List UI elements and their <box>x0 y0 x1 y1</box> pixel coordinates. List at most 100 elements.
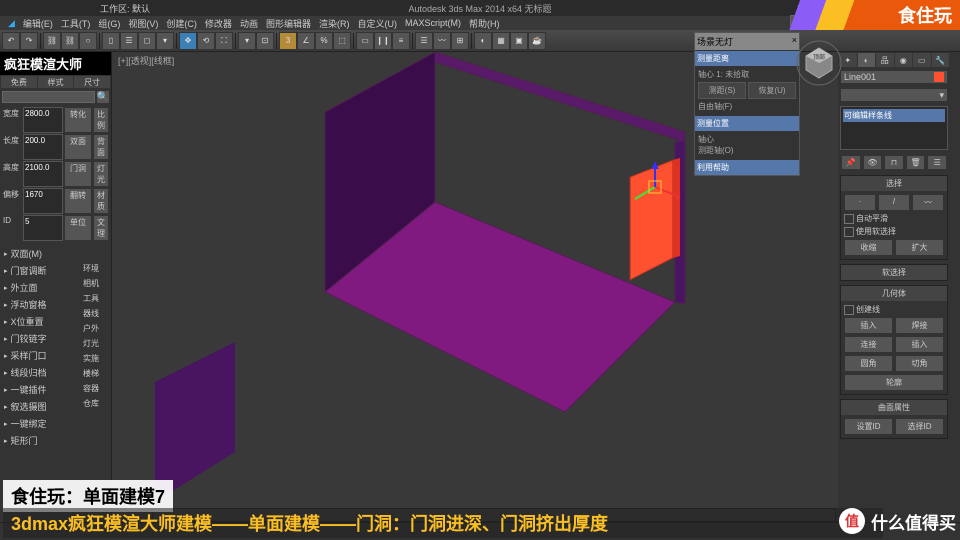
render-button[interactable]: ☕ <box>528 32 546 50</box>
param-grid: 宽度2800.0转化比例 长度200.0双面背面 高度2100.0门洞灯光 偏移… <box>0 105 111 243</box>
tab-free[interactable]: 免费 <box>1 76 37 88</box>
svg-text:顶部: 顶部 <box>813 53 825 61</box>
angle-snap-button[interactable]: ∠ <box>297 32 315 50</box>
menu-modifiers[interactable]: 修改器 <box>201 17 236 30</box>
unlink-button[interactable]: ⛓ <box>61 32 79 50</box>
width-field[interactable]: 2800.0 <box>23 107 63 133</box>
watermark-icon: 值 <box>839 508 865 534</box>
curve-editor-button[interactable]: 〰 <box>433 32 451 50</box>
tab-motion-icon[interactable]: ◉ <box>895 53 913 67</box>
undo-button[interactable]: ↶ <box>2 32 20 50</box>
list-item[interactable]: X位重置 <box>2 313 69 330</box>
rollout-selection[interactable]: 选择 <box>841 176 947 191</box>
menu-edit[interactable]: 编辑(E) <box>19 17 57 30</box>
modifier-dropdown[interactable]: ▾ <box>840 88 948 102</box>
stack-unique-icon[interactable]: ⊓ <box>884 155 904 170</box>
stack-show-icon[interactable]: 👁 <box>863 155 883 170</box>
app-icon[interactable]: ◢ <box>4 18 19 29</box>
modifier-stack-item[interactable]: 可编辑样条线 <box>843 109 945 122</box>
category-list: 双面(M) 门窗调断 外立面 浮动窗格 X位重置 门铰链字 采样门口 线段归档 … <box>0 243 71 451</box>
list-item[interactable]: 浮动窗格 <box>2 296 69 313</box>
list-item[interactable]: 矩形门 <box>2 432 69 449</box>
search-input[interactable] <box>2 91 95 103</box>
list-item[interactable]: 双面(M) <box>2 245 69 262</box>
spinner-snap-button[interactable]: ⬚ <box>333 32 351 50</box>
named-sel-button[interactable]: ▭ <box>356 32 374 50</box>
workspace-label[interactable]: 工作区: 默认 <box>100 2 150 15</box>
select-region-button[interactable]: ◻ <box>138 32 156 50</box>
chk-softsel[interactable]: 使用软选择 <box>843 225 945 238</box>
list-item[interactable]: 叙选摄图 <box>2 398 69 415</box>
layer-button[interactable]: ☰ <box>415 32 433 50</box>
length-field[interactable]: 200.0 <box>23 134 63 160</box>
list-item[interactable]: 采样门口 <box>2 347 69 364</box>
stack-pin-icon[interactable]: 📌 <box>841 155 861 170</box>
filter-button[interactable]: ▾ <box>156 32 174 50</box>
vertex-icon[interactable]: · <box>844 194 876 211</box>
rollout-surface[interactable]: 曲面属性 <box>841 400 947 415</box>
tab-style[interactable]: 样式 <box>38 76 74 88</box>
menu-graph[interactable]: 图形编辑器 <box>262 17 315 30</box>
list-item[interactable]: 门窗调断 <box>2 262 69 279</box>
chk-autosmooth[interactable]: 自动平滑 <box>843 212 945 225</box>
menu-group[interactable]: 组(G) <box>94 17 124 30</box>
channel-logo: 食住玩 <box>770 0 960 30</box>
stack-remove-icon[interactable]: 🗑 <box>906 155 926 170</box>
rollout-softsel[interactable]: 软选择 <box>841 265 947 280</box>
left-panel: 疯狂模渲大师 免费 样式 尺寸 🔍 宽度2800.0转化比例 长度200.0双面… <box>0 52 112 522</box>
tool-column: 环境 相机 工具 器线 户外 灯光 实施 楼梯 容器 仓库 <box>71 243 111 451</box>
height-field[interactable]: 2100.0 <box>23 161 63 187</box>
menu-view[interactable]: 视图(V) <box>124 17 162 30</box>
tab-utilities-icon[interactable]: 🔧 <box>932 53 950 67</box>
scale-button[interactable]: ⛶ <box>215 32 233 50</box>
viewcube[interactable]: 顶部 <box>796 40 842 86</box>
watermark: 值 什么值得买 <box>839 508 956 534</box>
command-panel: ✦ ◐ 品 ◉ ▭ 🔧 Line001 ▾ 可编辑样条线 📌 👁 ⊓ 🗑 ☰ 选… <box>838 52 950 522</box>
menu-custom[interactable]: 自定义(U) <box>353 17 401 30</box>
list-item[interactable]: 门铰链字 <box>2 330 69 347</box>
tab-size[interactable]: 尺寸 <box>74 76 110 88</box>
menu-tools[interactable]: 工具(T) <box>57 17 95 30</box>
app-title: Autodesk 3ds Max 2014 x64 无标题 <box>408 2 551 15</box>
pivot-button[interactable]: ⊡ <box>256 32 274 50</box>
render-setup-button[interactable]: ▦ <box>492 32 510 50</box>
move-button[interactable]: ✥ <box>179 32 197 50</box>
rollout-geometry[interactable]: 几何体 <box>841 286 947 301</box>
panel-scrollbar[interactable] <box>950 52 960 522</box>
measure-panel[interactable]: 场景无灯× 测量距离 轴心 1: 未拾取 测距(S)恢复(U) 自由轴(F) 测… <box>694 32 800 176</box>
menu-create[interactable]: 创建(C) <box>162 17 201 30</box>
percent-snap-button[interactable]: % <box>315 32 333 50</box>
rotate-button[interactable]: ⟲ <box>197 32 215 50</box>
tab-modify-icon[interactable]: ◐ <box>858 53 876 67</box>
menu-help[interactable]: 帮助(H) <box>465 17 504 30</box>
align-button[interactable]: ≡ <box>392 32 410 50</box>
schematic-button[interactable]: ⊞ <box>451 32 469 50</box>
menu-script[interactable]: MAXScript(M) <box>401 18 465 28</box>
link-button[interactable]: ⛓ <box>43 32 61 50</box>
plugin-title: 疯狂模渲大师 <box>0 52 111 75</box>
list-item[interactable]: 一键绑定 <box>2 415 69 432</box>
list-item[interactable]: 一键插件 <box>2 381 69 398</box>
segment-icon[interactable]: / <box>878 194 910 211</box>
snap-button[interactable]: 3 <box>279 32 297 50</box>
list-item[interactable]: 线段归档 <box>2 364 69 381</box>
video-caption-2: 3dmax疯狂模渲大师建模——单面建模——门洞：门洞进深、门洞挤出厚度 <box>3 508 883 538</box>
viewport-label[interactable]: [+][透视][线框] <box>118 54 174 67</box>
spline-icon[interactable]: 〰 <box>912 194 944 211</box>
menu-render[interactable]: 渲染(R) <box>315 17 354 30</box>
list-item[interactable]: 外立面 <box>2 279 69 296</box>
bind-button[interactable]: ○ <box>79 32 97 50</box>
stack-config-icon[interactable]: ☰ <box>927 155 947 170</box>
material-button[interactable]: ◐ <box>474 32 492 50</box>
select-name-button[interactable]: ☰ <box>120 32 138 50</box>
object-name-field[interactable]: Line001 <box>840 70 948 84</box>
tab-display-icon[interactable]: ▭ <box>913 53 931 67</box>
redo-button[interactable]: ↷ <box>20 32 38 50</box>
render-frame-button[interactable]: ▣ <box>510 32 528 50</box>
menu-animation[interactable]: 动画 <box>236 17 262 30</box>
search-icon[interactable]: 🔍 <box>97 91 109 103</box>
refsys-button[interactable]: ▾ <box>238 32 256 50</box>
mirror-button[interactable]: ❙❙ <box>374 32 392 50</box>
tab-hierarchy-icon[interactable]: 品 <box>876 53 894 67</box>
select-button[interactable]: ▯ <box>102 32 120 50</box>
